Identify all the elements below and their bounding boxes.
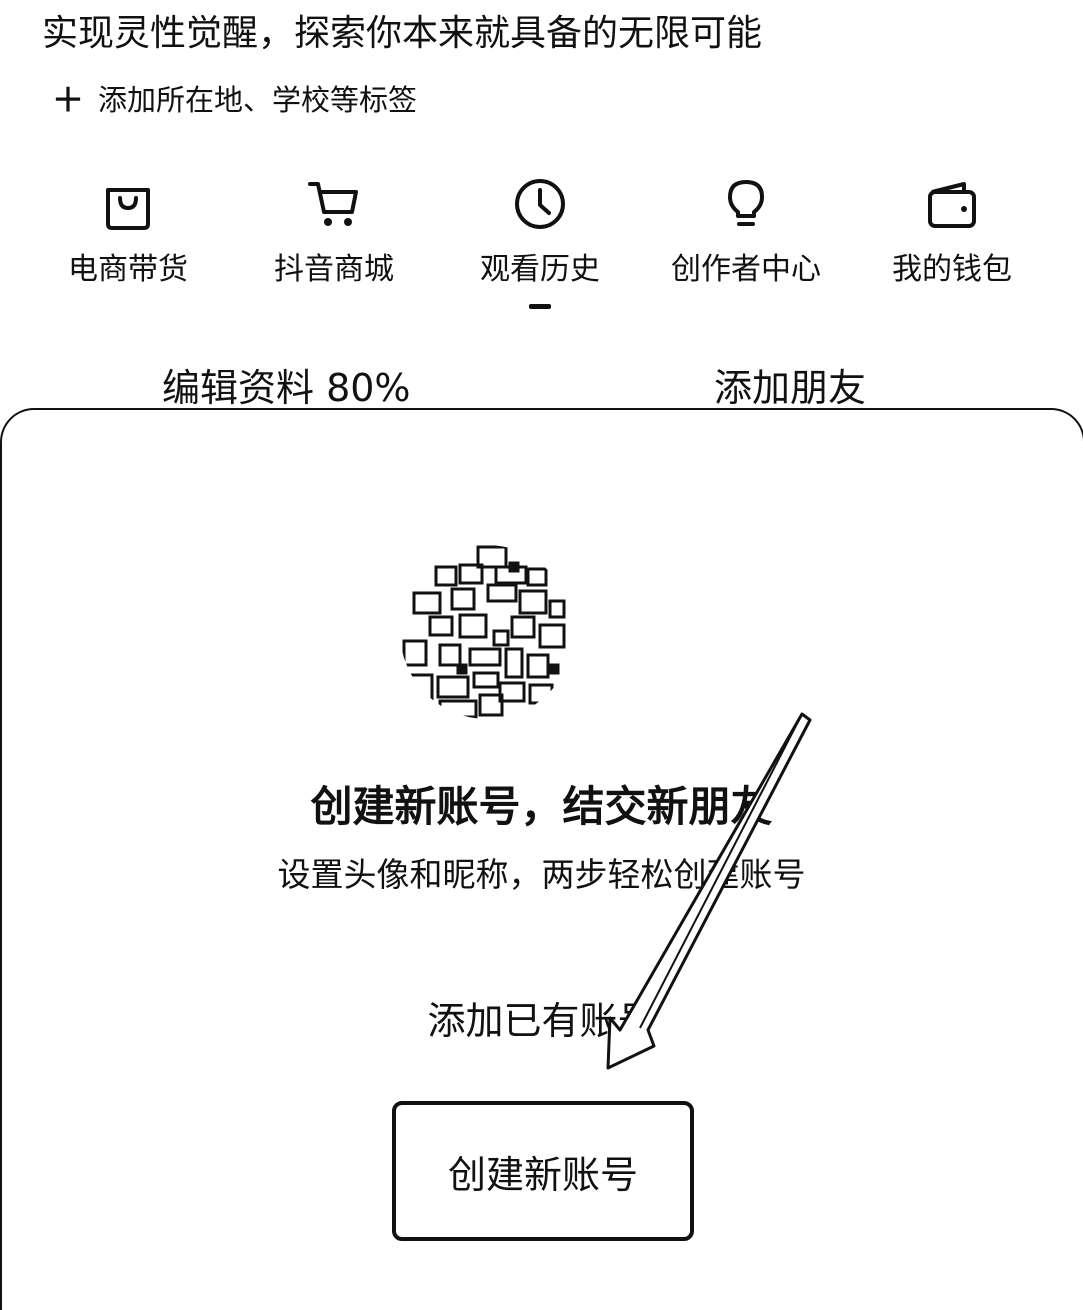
lightbulb-icon — [728, 180, 764, 226]
add-tags-label: 添加所在地、学校等标签 — [98, 83, 418, 117]
create-new-account-button[interactable]: 创建新账号 — [392, 1101, 694, 1241]
sheet-subtitle: 设置头像和昵称，两步轻松创建账号 — [277, 855, 806, 894]
add-existing-account-button[interactable]: 添加已有账号 — [0, 994, 1083, 1048]
service-watch-history[interactable]: 观看历史 — [440, 172, 640, 322]
plus-icon: ＋ — [52, 81, 85, 119]
shopping-cart-icon — [308, 182, 358, 226]
profile-actions: 编辑资料 80% 添加朋友 — [0, 362, 1083, 414]
profile-bio: 实现灵性觉醒，探索你本来就具备的无限可能 — [42, 13, 763, 54]
shopping-bag-icon — [106, 188, 150, 230]
avatar — [400, 545, 574, 719]
service-label: 创作者中心 — [671, 252, 821, 287]
service-label: 观看历史 — [480, 252, 600, 287]
service-creator-center[interactable]: 创作者中心 — [646, 172, 846, 322]
add-tags-button[interactable]: ＋ 添加所在地、学校等标签 — [52, 80, 417, 120]
add-friends-button[interactable]: 添加朋友 — [714, 362, 866, 414]
edit-profile-button[interactable]: 编辑资料 80% — [162, 362, 411, 414]
service-label: 电商带货 — [68, 252, 188, 287]
service-my-wallet[interactable]: 我的钱包 — [852, 172, 1052, 322]
service-shortcuts: 电商带货 抖音商城 观看历史 创作者中心 我的钱包 — [0, 172, 1083, 322]
clock-icon — [515, 179, 565, 229]
service-label: 抖音商城 — [274, 252, 394, 287]
active-tab-indicator — [529, 304, 551, 309]
sheet-title: 创建新账号，结交新朋友 — [310, 782, 773, 831]
wallet-icon — [928, 182, 976, 228]
service-ecommerce[interactable]: 电商带货 — [28, 172, 228, 322]
service-douyin-mall[interactable]: 抖音商城 — [234, 172, 434, 322]
service-label: 我的钱包 — [892, 252, 1012, 287]
